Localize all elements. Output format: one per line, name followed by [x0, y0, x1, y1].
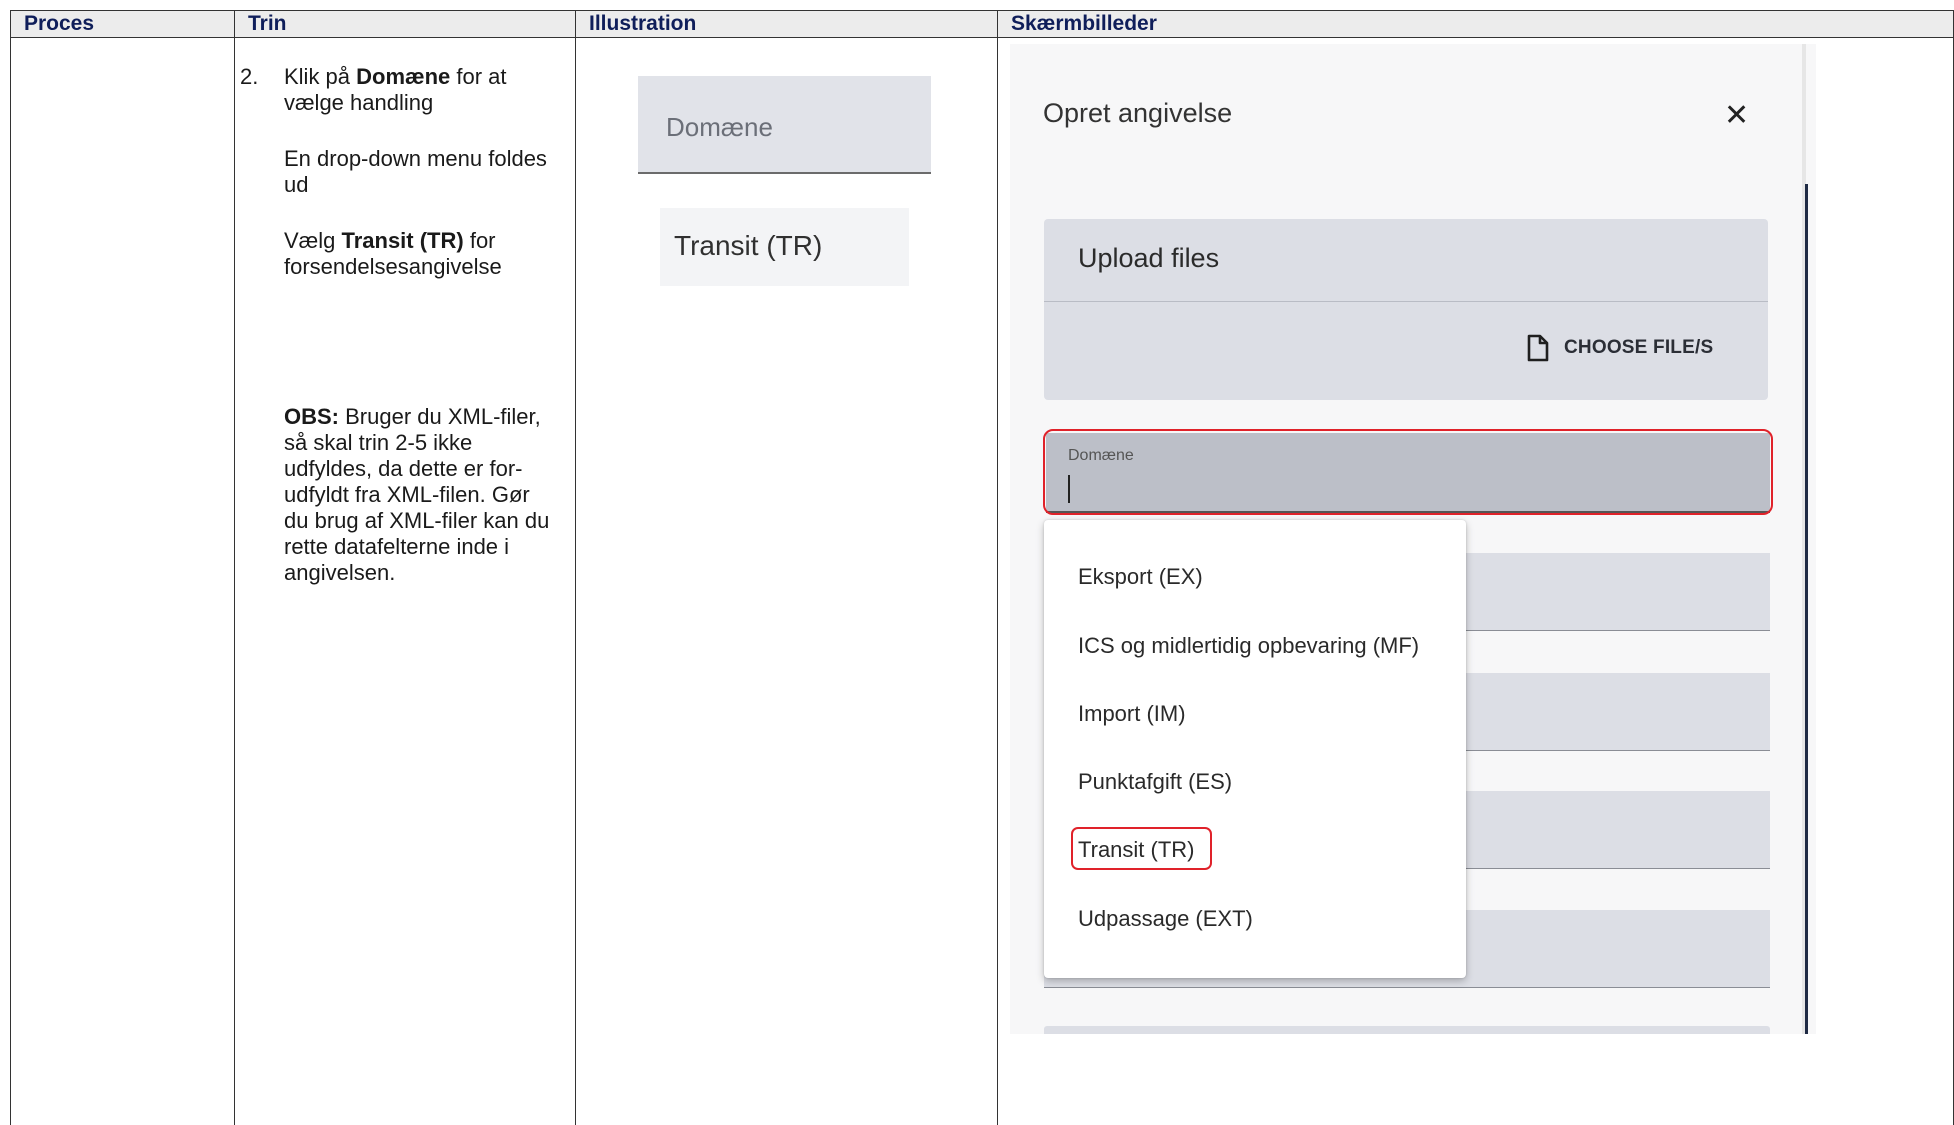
illustration-transit-option: Transit (TR)	[660, 208, 909, 286]
step-text: Klik på	[284, 64, 357, 89]
step-text: Vælg	[284, 228, 342, 253]
choose-files-button[interactable]: CHOOSE FILE/S	[1526, 331, 1713, 365]
header-illustration: Illustration	[589, 12, 697, 35]
column-divider	[575, 10, 576, 1125]
domaene-dropdown-menu: Eksport (EX) ICS og midlertidig opbevari…	[1044, 520, 1466, 978]
choose-files-label: CHOOSE FILE/S	[1564, 337, 1714, 358]
menu-item-punktafgift[interactable]: Punktafgift (ES)	[1078, 769, 1232, 795]
column-divider	[10, 10, 11, 1125]
upload-title: Upload files	[1078, 243, 1220, 273]
close-icon[interactable]: ✕	[1724, 98, 1749, 133]
table-border-top	[10, 10, 1954, 11]
column-divider	[234, 10, 235, 1125]
scrollbar[interactable]	[1805, 184, 1808, 1034]
menu-item-import[interactable]: Import (IM)	[1078, 701, 1186, 727]
illustration-option-label: Transit (TR)	[674, 230, 823, 261]
header-proces: Proces	[24, 12, 95, 35]
header-divider	[10, 37, 1954, 38]
header-skaermbilleder: Skærmbilleder	[1011, 12, 1157, 35]
illustration-field-label: Domæne	[666, 112, 773, 142]
step-text-transit: Vælg Transit (TR) for forsendelsesangive…	[284, 228, 550, 280]
upload-files-panel: Upload files CHOOSE FILE/S	[1044, 219, 1768, 400]
step-number: 2.	[240, 64, 259, 89]
table-header-row	[10, 10, 1954, 37]
step-keyword: Transit (TR)	[341, 228, 464, 253]
obs-text: Bruger du XML-filer, så skal trin 2-5 ik…	[284, 404, 550, 585]
highlight-box	[1071, 827, 1212, 870]
step-keyword: Domæne	[356, 64, 451, 89]
step-text-domaene: Klik på Domæne for at vælge handling	[284, 64, 550, 116]
step-text-dropdown: En drop-down menu foldes ud	[284, 146, 547, 197]
obs-label: OBS:	[284, 404, 339, 429]
highlight-box	[1043, 429, 1773, 515]
menu-item-udpassage[interactable]: Udpassage (EXT)	[1078, 906, 1253, 932]
illustration-domaene-field: Domæne	[638, 76, 931, 174]
file-icon	[1527, 334, 1549, 362]
header-trin: Trin	[248, 12, 287, 35]
upload-divider	[1044, 301, 1768, 302]
obs-note: OBS: Bruger du XML-filer, så skal trin 2…	[284, 404, 550, 586]
column-divider	[997, 10, 998, 1125]
form-field[interactable]	[1044, 1026, 1770, 1034]
menu-item-ics[interactable]: ICS og midlertidig opbevaring (MF)	[1078, 633, 1419, 659]
menu-item-eksport[interactable]: Eksport (EX)	[1078, 564, 1203, 590]
dialog-title: Opret angivelse	[1043, 98, 1233, 128]
